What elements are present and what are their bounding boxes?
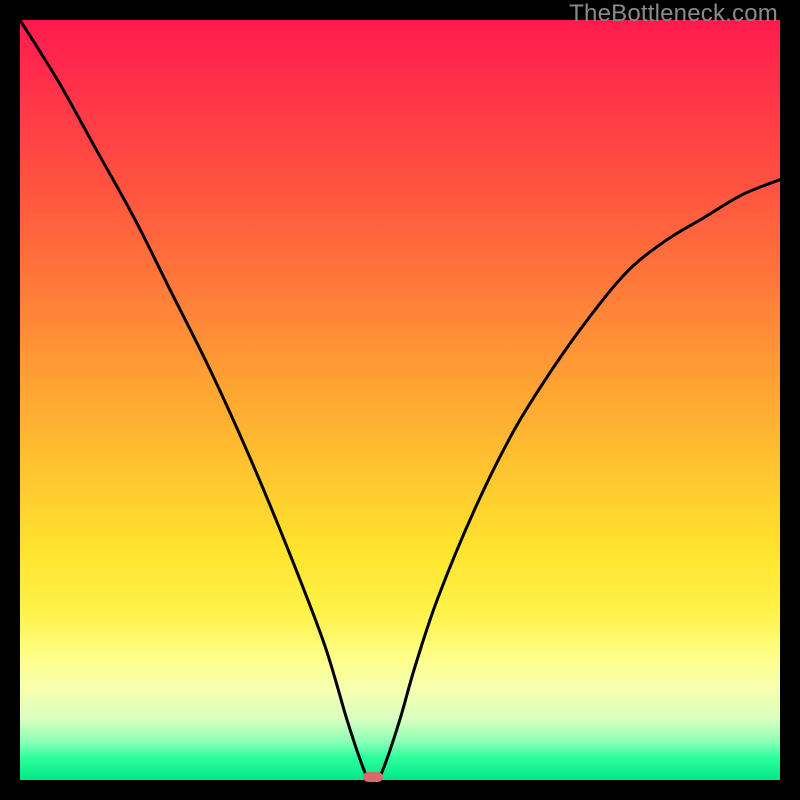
bottleneck-curve: [20, 20, 780, 780]
plot-area: [20, 20, 780, 780]
curve-path: [20, 20, 780, 780]
chart-frame: TheBottleneck.com: [0, 0, 800, 800]
watermark-text: TheBottleneck.com: [569, 0, 778, 28]
minimum-marker: [363, 772, 383, 782]
